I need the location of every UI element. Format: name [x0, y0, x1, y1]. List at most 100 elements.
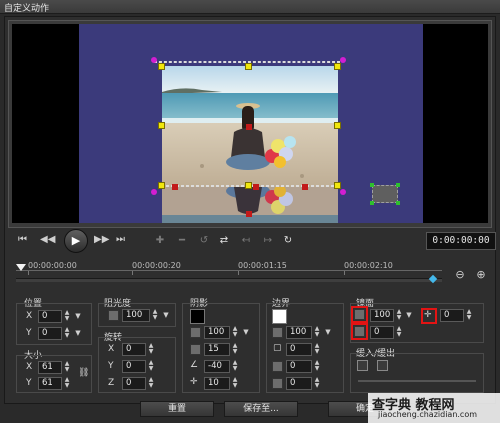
rotation-x-stepper[interactable]: ▲ ▼	[147, 343, 155, 356]
border-opacity-field[interactable]: 100	[286, 326, 312, 339]
shadow-handle-tl[interactable]	[370, 183, 374, 187]
reset-button[interactable]: 重置	[140, 401, 214, 417]
skip-start-icon[interactable]: ⏮	[18, 234, 27, 245]
ruler-label-3: 00:00:02:10	[344, 261, 393, 270]
shadow-opacity-field[interactable]: 100	[204, 326, 230, 339]
mirror-fade-icon[interactable]	[354, 326, 365, 337]
size-y-axis: Y	[26, 378, 32, 388]
opacity-stepper[interactable]: ▲ ▼	[151, 309, 159, 322]
reflection-anchor[interactable]	[246, 211, 252, 217]
shadow-preview-box[interactable]	[372, 185, 398, 203]
anchor-point[interactable]	[246, 124, 252, 130]
path-point-3[interactable]	[302, 184, 308, 190]
shadow-distance-stepper[interactable]: ▲ ▼	[231, 377, 239, 390]
border-width-field[interactable]: 0	[286, 343, 312, 356]
path-point-1[interactable]	[172, 184, 178, 190]
resize-handle-left[interactable]	[158, 122, 165, 129]
shadow-angle-field[interactable]: -40	[204, 360, 230, 373]
timeline-track[interactable]	[16, 278, 442, 282]
rotate-handle-bl[interactable]	[151, 189, 157, 195]
position-x-stepper[interactable]: ▲ ▼	[63, 310, 71, 323]
border-width-stepper[interactable]: ▲ ▼	[313, 343, 321, 356]
position-y-field[interactable]: 0	[38, 327, 62, 340]
size-y-stepper[interactable]: ▲ ▼	[63, 377, 71, 390]
path-point-2[interactable]	[253, 184, 259, 190]
mirror-opacity-stepper[interactable]: ▲ ▼	[395, 309, 403, 322]
mirror-offset-field[interactable]: 0	[440, 309, 464, 322]
opacity-field[interactable]: 100	[122, 309, 150, 322]
move-left-icon[interactable]: ↤	[238, 233, 254, 249]
resize-handle-tr[interactable]	[334, 63, 341, 70]
position-x-field[interactable]: 0	[38, 310, 62, 323]
rotation-z-stepper[interactable]: ▲ ▼	[147, 377, 155, 390]
border-blur-field[interactable]: 0	[286, 360, 312, 373]
mirror-opacity-field[interactable]: 100	[370, 309, 394, 322]
mirror-offset-icon[interactable]: ✛	[424, 310, 432, 320]
resize-handle-bottom[interactable]	[245, 182, 252, 189]
rotate-handle-br[interactable]	[340, 189, 346, 195]
border-blur-stepper[interactable]: ▲ ▼	[313, 360, 321, 373]
rotation-z-field[interactable]: 0	[122, 377, 146, 390]
save-to-button[interactable]: 保存至...	[224, 401, 298, 417]
position-x-dropdown[interactable]: ▼	[74, 310, 82, 322]
zoom-in-icon[interactable]: ⊕	[474, 268, 488, 282]
size-x-stepper[interactable]: ▲ ▼	[63, 361, 71, 374]
window-title: 自定义动作	[4, 4, 50, 14]
size-y-field[interactable]: 61	[38, 377, 62, 390]
border-radius-field[interactable]: 0	[286, 377, 312, 390]
link-aspect-icon[interactable]: ⛓	[78, 368, 89, 378]
resize-handle-tl[interactable]	[158, 63, 165, 70]
mirror-opacity-icon[interactable]	[354, 309, 365, 320]
shadow-opacity-dropdown[interactable]: ▼	[242, 326, 250, 338]
next-frame-icon[interactable]: ▶▶	[94, 234, 109, 245]
shadow-angle-stepper[interactable]: ▲ ▼	[231, 360, 239, 373]
play-button[interactable]: ▶	[64, 229, 88, 253]
rotation-y-field[interactable]: 0	[122, 360, 146, 373]
rotation-y-stepper[interactable]: ▲ ▼	[147, 360, 155, 373]
zoom-out-icon[interactable]: ⊖	[453, 268, 467, 282]
resize-handle-right[interactable]	[334, 122, 341, 129]
ease-in-icon[interactable]	[357, 360, 368, 371]
ease-out-icon[interactable]	[377, 360, 388, 371]
mirror-fade-stepper[interactable]: ▲ ▼	[395, 326, 403, 339]
border-radius-stepper[interactable]: ▲ ▼	[313, 377, 321, 390]
mirror-offset-stepper[interactable]: ▲ ▼	[465, 309, 473, 322]
prev-frame-icon[interactable]: ◀◀	[40, 234, 55, 245]
shadow-opacity-stepper[interactable]: ▲ ▼	[231, 326, 239, 339]
remove-keyframe-icon[interactable]: ━	[174, 233, 190, 249]
reset-icon[interactable]: ↻	[280, 233, 296, 249]
border-opacity-dropdown[interactable]: ▼	[324, 326, 332, 338]
resize-handle-top[interactable]	[245, 63, 252, 70]
border-color-swatch[interactable]	[272, 309, 287, 324]
move-right-icon[interactable]: ↦	[260, 233, 276, 249]
position-y-stepper[interactable]: ▲ ▼	[63, 327, 71, 340]
resize-handle-br[interactable]	[334, 182, 341, 189]
swap-icon[interactable]: ⇄	[216, 233, 232, 249]
ruler-tick	[344, 271, 345, 275]
resize-handle-bl[interactable]	[158, 182, 165, 189]
rotation-x-field[interactable]: 0	[122, 343, 146, 356]
reverse-icon[interactable]: ↺	[196, 233, 212, 249]
rotate-handle-tl[interactable]	[151, 57, 157, 63]
ease-slider-track[interactable]	[358, 380, 476, 382]
shadow-color-swatch[interactable]	[190, 309, 205, 324]
skip-end-icon[interactable]: ⏭	[116, 234, 125, 245]
shadow-handle-br[interactable]	[396, 201, 400, 205]
mirror-opacity-dropdown[interactable]: ▼	[405, 309, 413, 321]
shadow-handle-bl[interactable]	[370, 201, 374, 205]
opacity-dropdown[interactable]: ▼	[162, 309, 170, 321]
border-opacity-stepper[interactable]: ▲ ▼	[313, 326, 321, 339]
size-x-field[interactable]: 61	[38, 361, 62, 374]
shadow-handle-tr[interactable]	[396, 183, 400, 187]
position-y-dropdown[interactable]: ▼	[74, 327, 82, 339]
playhead[interactable]	[16, 264, 26, 271]
shadow-blur-field[interactable]: 15	[204, 343, 230, 356]
shadow-distance-field[interactable]: 10	[204, 377, 230, 390]
mirror-fade-field[interactable]: 0	[370, 326, 394, 339]
timeline-ruler[interactable]: 00:00:00:00 00:00:00:20 00:00:01:15 00:0…	[16, 261, 442, 285]
shadow-angle-icon: ∠	[190, 360, 199, 370]
timecode-display[interactable]: 0:00:00:00	[426, 232, 496, 250]
add-keyframe-icon[interactable]: ✚	[152, 233, 168, 249]
shadow-blur-stepper[interactable]: ▲ ▼	[231, 343, 239, 356]
ease-group	[350, 353, 484, 393]
